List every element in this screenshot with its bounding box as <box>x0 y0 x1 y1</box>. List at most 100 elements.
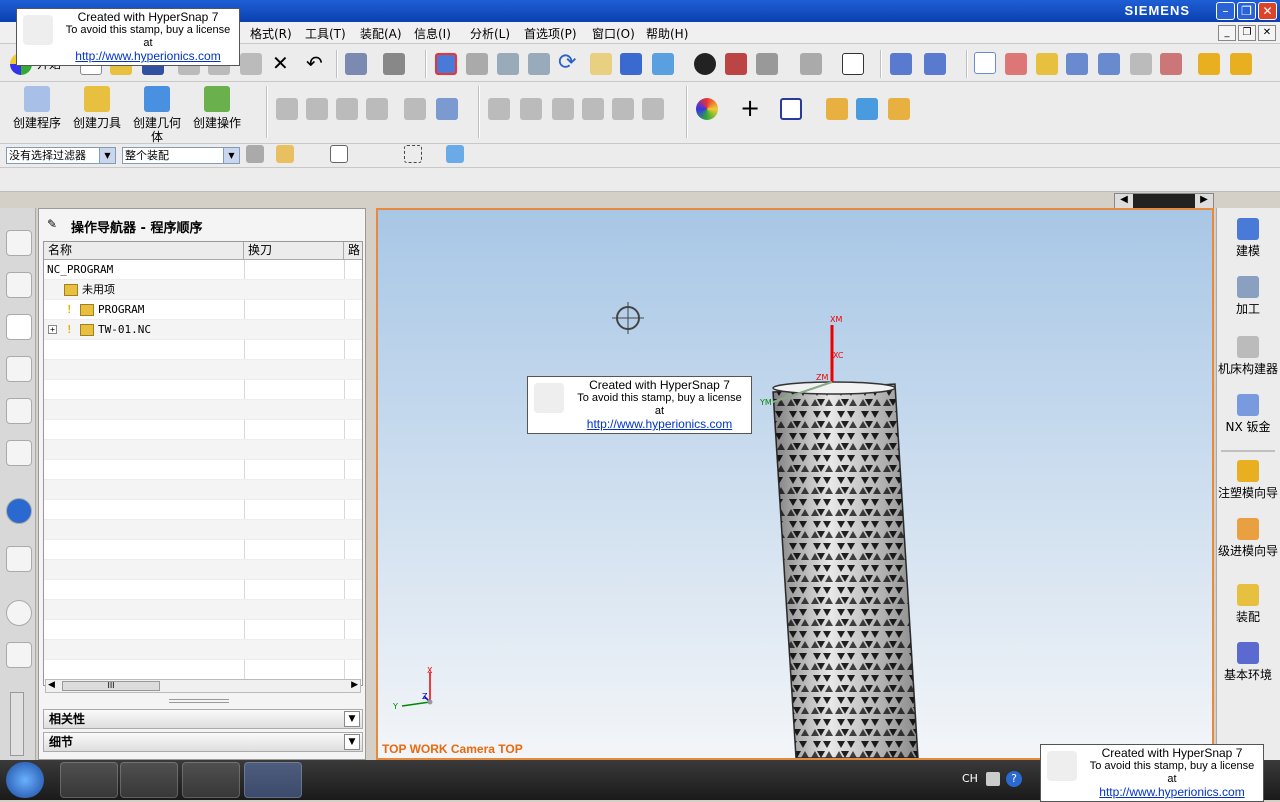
light-icon[interactable] <box>800 53 822 75</box>
menu-tools[interactable]: 工具(T) <box>305 25 346 42</box>
color-icon[interactable] <box>696 98 718 120</box>
background-color-icon[interactable] <box>842 53 864 75</box>
scroll-left-icon[interactable]: ◀ <box>48 680 55 690</box>
assembly-navigator-icon[interactable] <box>6 230 32 256</box>
view-scroller[interactable]: ◀ ▶ <box>1114 193 1214 209</box>
help-icon[interactable]: ? <box>1006 771 1022 787</box>
undo-icon[interactable]: ↶ <box>306 52 323 74</box>
mdi-minimize-button[interactable]: _ <box>1218 25 1236 41</box>
menu-window[interactable]: 窗口(O) <box>592 25 635 42</box>
mill-op-4-icon[interactable] <box>366 98 388 120</box>
tree-row-program[interactable]: ! PROGRAM <box>44 300 362 320</box>
mill-op-icon[interactable] <box>276 98 298 120</box>
menu-help[interactable]: 帮助(H) <box>646 25 688 42</box>
horizontal-scrollbar[interactable]: ◀ III ▶ <box>45 679 361 693</box>
tree-row-tw01[interactable]: + ! TW-01.NC <box>44 320 362 340</box>
block-icon[interactable] <box>856 98 878 120</box>
shaded-icon[interactable] <box>756 53 778 75</box>
app-mold-wizard-button[interactable]: 注塑模向导 <box>1217 460 1279 500</box>
orient-view-icon[interactable] <box>652 53 674 75</box>
filter-settings-icon[interactable] <box>246 145 264 163</box>
taskbar-media-icon[interactable] <box>120 762 178 798</box>
animate-icon[interactable] <box>1066 53 1088 75</box>
scroll-right-icon[interactable]: ▶ <box>1195 194 1213 208</box>
info-icon[interactable] <box>6 498 32 524</box>
zoom-window-icon[interactable] <box>497 53 519 75</box>
machine-navigator-icon[interactable] <box>6 356 32 382</box>
menu-information[interactable]: 信息(I) <box>414 25 451 42</box>
panel-dependencies[interactable]: 相关性 ▼ <box>43 709 363 729</box>
taskbar-explorer-icon[interactable] <box>60 762 118 798</box>
app-manufacturing-button[interactable]: 加工 <box>1217 276 1279 316</box>
app-modeling-button[interactable]: 建模 <box>1217 218 1279 258</box>
menu-format[interactable]: 格式(R) <box>250 25 292 42</box>
mdi-close-button[interactable]: ✕ <box>1258 25 1276 41</box>
delete-icon[interactable]: ✕ <box>272 52 289 74</box>
column-header-name[interactable]: 名称 <box>44 242 244 260</box>
menu-preferences[interactable]: 首选项(P) <box>524 25 577 42</box>
scroll-left-icon[interactable]: ◀ <box>1115 194 1133 208</box>
menu-analysis[interactable]: 分析(L) <box>470 25 510 42</box>
minimize-button[interactable]: – <box>1216 2 1235 20</box>
operation-navigator-icon[interactable] <box>6 314 32 340</box>
fit-view-icon[interactable] <box>435 53 457 75</box>
post-icon[interactable] <box>642 98 664 120</box>
column-header-path[interactable]: 路 <box>344 242 362 260</box>
create-program-button[interactable]: 创建程序 <box>8 86 66 130</box>
maximize-button[interactable]: ❐ <box>1237 2 1256 20</box>
mdi-restore-button[interactable]: ❐ <box>1238 25 1256 41</box>
mill-op-3-icon[interactable] <box>336 98 358 120</box>
tool-navigator-icon[interactable] <box>6 440 32 466</box>
close-button[interactable]: ✕ <box>1258 2 1277 20</box>
app-machine-builder-button[interactable]: 机床构建器 <box>1217 336 1279 376</box>
create-tool-button[interactable]: 创建刀具 <box>68 86 126 130</box>
perspective-icon[interactable] <box>620 53 642 75</box>
resource-scroller[interactable] <box>10 692 24 756</box>
language-indicator[interactable]: CH <box>962 772 978 785</box>
part-navigator-icon[interactable] <box>6 398 32 424</box>
feature-icon[interactable] <box>826 98 848 120</box>
select-all-icon[interactable] <box>330 145 348 163</box>
mill-op-5-icon[interactable] <box>404 98 426 120</box>
zoom-icon[interactable] <box>528 53 550 75</box>
create-geometry-button[interactable]: 创建几何体 <box>128 86 186 144</box>
binoculars-icon[interactable] <box>383 53 405 75</box>
tree-row-nc-program[interactable]: NC_PROGRAM <box>44 260 362 280</box>
start-orb-icon[interactable] <box>6 762 44 798</box>
create-operation-button[interactable]: 创建操作 <box>188 86 246 130</box>
chevron-down-icon[interactable]: ▼ <box>344 734 360 750</box>
zoom-region-icon[interactable] <box>466 53 488 75</box>
selection-box-icon[interactable] <box>404 145 422 163</box>
snap-point-icon[interactable] <box>974 52 996 74</box>
selection-filter-dropdown[interactable]: 没有选择过滤器 ▼ <box>6 147 116 164</box>
splitter[interactable] <box>169 699 229 703</box>
group-icon[interactable] <box>888 98 910 120</box>
column-header-toolchange[interactable]: 换刀 <box>244 242 344 260</box>
graphics-viewport[interactable]: XM XC ZM YM X Y Z TOP WORK Camera TOP <box>376 208 1214 760</box>
edit-op-icon[interactable] <box>488 98 510 120</box>
selection-scope-dropdown[interactable]: 整个装配 ▼ <box>122 147 240 164</box>
app-assembly-button[interactable]: 装配 <box>1217 584 1279 624</box>
scroll-right-icon[interactable]: ▶ <box>351 680 358 690</box>
roles-icon[interactable] <box>6 642 32 668</box>
section-view-icon[interactable] <box>725 53 747 75</box>
rotate-icon[interactable]: ⟳ <box>558 50 576 75</box>
lattice-tower-model[interactable] <box>772 381 919 758</box>
delete-path-icon[interactable] <box>612 98 634 120</box>
scroll-thumb[interactable]: III <box>62 681 160 691</box>
draft-icon[interactable] <box>1230 53 1252 75</box>
constraint-navigator-icon[interactable] <box>6 272 32 298</box>
menu-assembly[interactable]: 装配(A) <box>360 25 402 42</box>
generate-icon[interactable] <box>520 98 542 120</box>
measure-icon[interactable] <box>1160 53 1182 75</box>
verify-icon[interactable] <box>582 98 604 120</box>
paste-icon[interactable] <box>240 53 262 75</box>
cube-icon[interactable] <box>446 145 464 163</box>
panel-details[interactable]: 细节 ▼ <box>43 732 363 752</box>
web-browser-icon[interactable] <box>6 546 32 572</box>
pan-icon[interactable] <box>590 53 612 75</box>
snap-filter-icon[interactable] <box>276 145 294 163</box>
list-view-icon[interactable] <box>436 98 458 120</box>
app-sheet-metal-button[interactable]: NX 钣金 <box>1217 394 1279 434</box>
render-style-icon[interactable] <box>694 53 716 75</box>
